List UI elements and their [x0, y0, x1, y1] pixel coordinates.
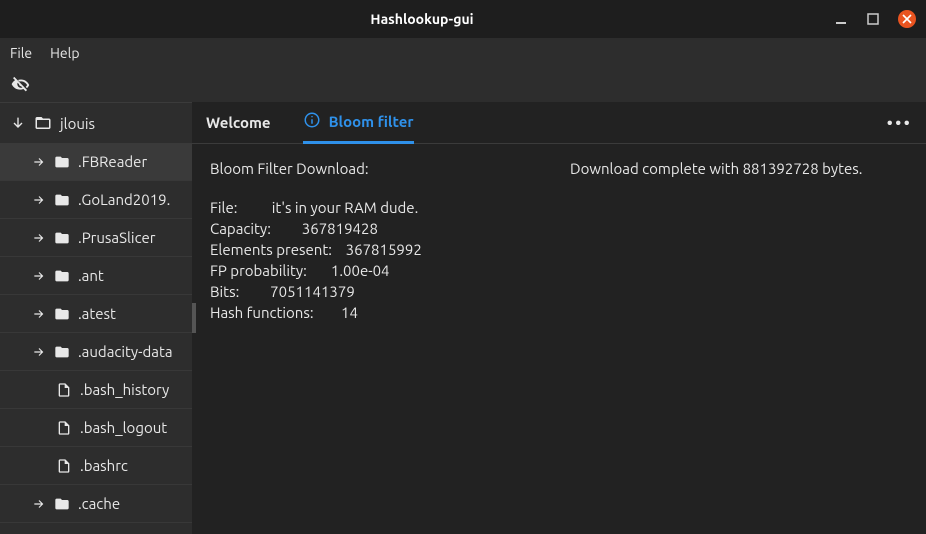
menu-help[interactable]: Help — [50, 45, 79, 61]
tree-item-audacity[interactable]: .audacity-data — [0, 333, 192, 371]
tree-item-label: .bash_history — [80, 381, 169, 398]
download-status: Download complete with 881392728 bytes. — [570, 158, 862, 179]
tab-welcome[interactable]: Welcome — [206, 102, 271, 144]
tree-item-goland[interactable]: .GoLand2019. — [0, 181, 192, 219]
window-title: Hashlookup-gui — [10, 11, 834, 27]
arrow-right-icon — [32, 155, 46, 169]
tree-item-label: .atest — [78, 305, 116, 322]
folder-icon — [54, 344, 70, 360]
content-pane: Welcome Bloom filter ••• Bloom Filter Do… — [192, 102, 926, 534]
tree-item-label: .bashrc — [80, 457, 128, 474]
file-icon — [56, 382, 72, 398]
tree-item-label: .GoLand2019. — [78, 191, 170, 208]
window-controls — [834, 10, 916, 28]
tree-item-bash-history[interactable]: .bash_history — [0, 371, 192, 409]
splitter-handle[interactable] — [192, 303, 196, 333]
minimize-button[interactable] — [834, 12, 848, 26]
tab-overflow-button[interactable]: ••• — [887, 113, 912, 133]
tree-item-atest[interactable]: .atest — [0, 295, 192, 333]
folder-icon — [54, 230, 70, 246]
tab-bloom-label: Bloom filter — [329, 113, 414, 130]
file-tree-sidebar[interactable]: jlouis .FBReader .GoLand2019. — [0, 102, 192, 534]
tree-item-label: .PrusaSlicer — [78, 229, 155, 246]
tree-item-label: .bash_logout — [80, 419, 167, 436]
tab-bloom-filter[interactable]: Bloom filter — [303, 102, 414, 144]
tree-item-bashrc[interactable]: .bashrc — [0, 447, 192, 485]
arrow-down-icon — [10, 115, 26, 131]
bloom-panel: Bloom Filter Download: Download complete… — [192, 144, 926, 337]
arrow-right-icon — [32, 497, 46, 511]
tree-item-bash-logout[interactable]: .bash_logout — [0, 409, 192, 447]
tree-item-fbreader[interactable]: .FBReader — [0, 143, 192, 181]
tab-welcome-label: Welcome — [206, 114, 271, 131]
main-area: jlouis .FBReader .GoLand2019. — [0, 102, 926, 534]
folder-icon — [54, 496, 70, 512]
tree-item-label: .cache — [78, 495, 120, 512]
tree-item-cache[interactable]: .cache — [0, 485, 192, 523]
tree-item-label: .FBReader — [78, 153, 147, 170]
menu-file[interactable]: File — [10, 45, 32, 61]
file-icon — [56, 420, 72, 436]
toolbar — [0, 68, 926, 102]
folder-icon — [54, 154, 70, 170]
tree-root[interactable]: jlouis — [0, 103, 192, 143]
folder-icon — [54, 268, 70, 284]
arrow-right-icon — [32, 307, 46, 321]
arrow-right-icon — [32, 345, 46, 359]
folder-icon — [54, 192, 70, 208]
tree-item-label: .ant — [78, 267, 104, 284]
bloom-stats: File: it's in your RAM dude. Capacity: 3… — [210, 197, 908, 323]
info-icon — [303, 111, 321, 132]
arrow-right-icon — [32, 193, 46, 207]
close-button[interactable] — [898, 10, 916, 28]
tree-item-ant[interactable]: .ant — [0, 257, 192, 295]
tree-root-label: jlouis — [60, 115, 95, 132]
folder-open-icon — [34, 114, 52, 132]
file-icon — [56, 458, 72, 474]
tree-item-prusaslicer[interactable]: .PrusaSlicer — [0, 219, 192, 257]
tree-item-label: .audacity-data — [78, 343, 173, 360]
arrow-right-icon — [32, 231, 46, 245]
tabbar: Welcome Bloom filter ••• — [192, 102, 926, 144]
download-label: Bloom Filter Download: — [210, 158, 570, 179]
maximize-button[interactable] — [866, 12, 880, 26]
folder-icon — [54, 306, 70, 322]
titlebar: Hashlookup-gui — [0, 0, 926, 38]
visibility-off-icon[interactable] — [10, 74, 32, 96]
arrow-right-icon — [32, 269, 46, 283]
menubar: File Help — [0, 38, 926, 68]
